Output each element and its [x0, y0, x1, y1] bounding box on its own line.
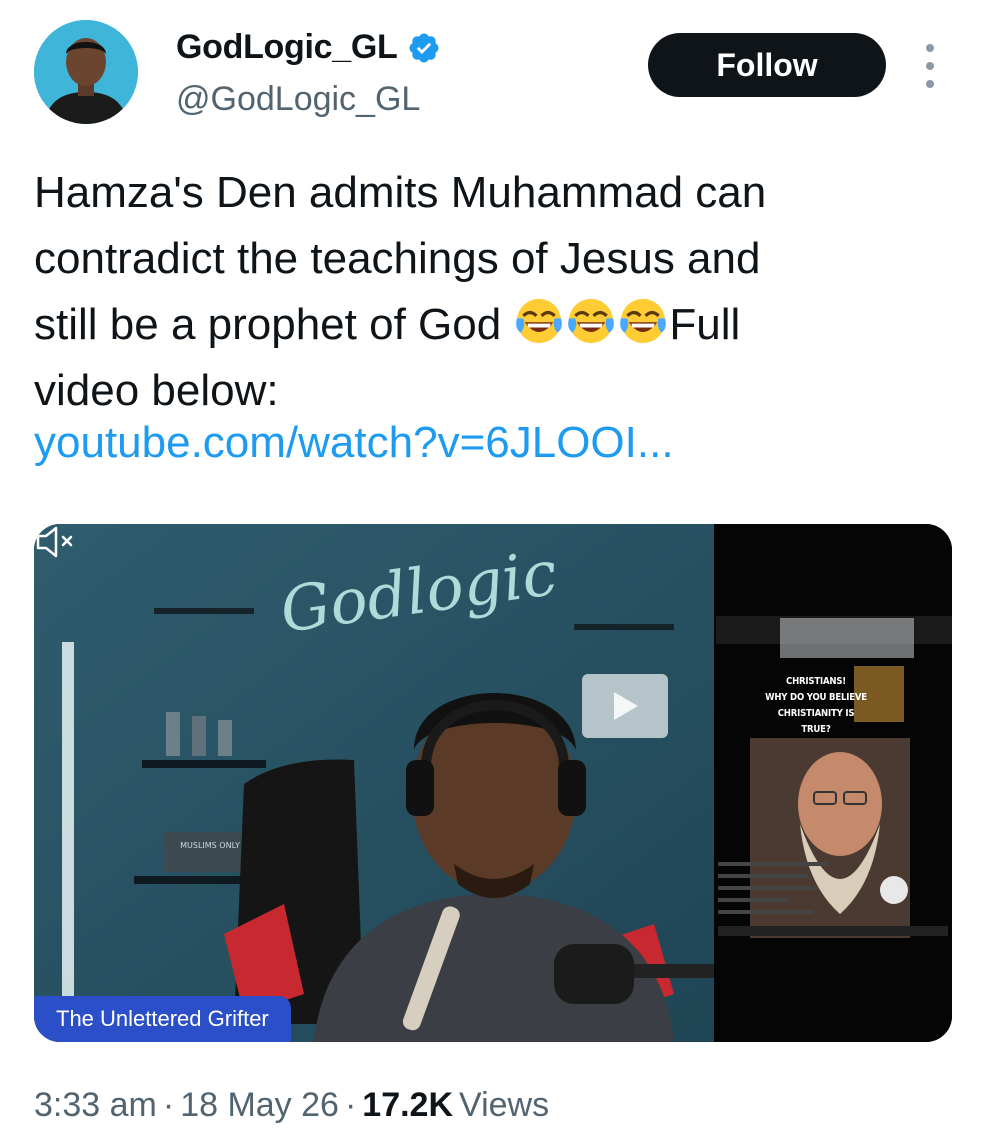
meta-separator: ·	[162, 1086, 175, 1124]
more-options-icon[interactable]	[918, 44, 942, 88]
avatar-photo	[34, 20, 138, 124]
youtube-link[interactable]: youtube.com/watch?v=6JLOOI...	[34, 418, 674, 468]
follow-button[interactable]: Follow	[648, 33, 886, 97]
tweet-text-line: Hamza's Den admits Muhammad can	[34, 168, 767, 217]
tweet-date[interactable]: 18 May 26	[180, 1086, 339, 1125]
author-handle[interactable]: @GodLogic_GL	[176, 80, 420, 119]
video-player[interactable]: Godlogic MUSLIMS ONLY CHRISTIANS! WHY DO…	[34, 524, 952, 1042]
tweet-text-segment: Full	[669, 300, 741, 349]
video-overlay-text: CHRISTIANS! WHY DO YOU BELIEVE CHRISTIAN…	[762, 674, 870, 738]
tweet-time[interactable]: 3:33 am	[34, 1086, 157, 1125]
laughing-emoji-icon	[620, 298, 667, 344]
video-frame: Godlogic MUSLIMS ONLY	[34, 524, 952, 1042]
meta-separator: ·	[344, 1086, 357, 1124]
tweet-text-line: video below:	[34, 366, 279, 415]
laughing-emoji-icon	[568, 298, 615, 344]
tweet-text-segment: still be a prophet of God	[34, 300, 514, 349]
tweet-text-line: still be a prophet of God Full	[34, 292, 934, 358]
avatar[interactable]	[34, 20, 138, 124]
overlay-line: WHY DO YOU BELIEVE	[765, 692, 867, 703]
overlay-line: CHRISTIANITY IS TRUE?	[777, 708, 855, 735]
muted-speaker-icon[interactable]	[34, 524, 78, 560]
overlay-line: CHRISTIANS!	[786, 676, 846, 687]
verified-badge-icon	[409, 32, 439, 63]
laughing-emoji-icon	[516, 298, 563, 344]
author-display-name[interactable]: GodLogic_GL	[176, 28, 398, 67]
tweet-text: Hamza's Den admits Muhammad can contradi…	[34, 160, 934, 424]
video-badge[interactable]: The Unlettered Grifter	[34, 996, 291, 1042]
author-name-row[interactable]: GodLogic_GL	[176, 28, 441, 67]
shelf-sign: MUSLIMS ONLY	[180, 841, 240, 850]
views-count: 17.2K	[362, 1086, 454, 1124]
tweet-text-line: contradict the teachings of Jesus and	[34, 234, 761, 283]
views-label: Views	[459, 1086, 550, 1124]
tweet-meta: 3:33 am · 18 May 26 · 17.2K Views	[34, 1086, 549, 1125]
